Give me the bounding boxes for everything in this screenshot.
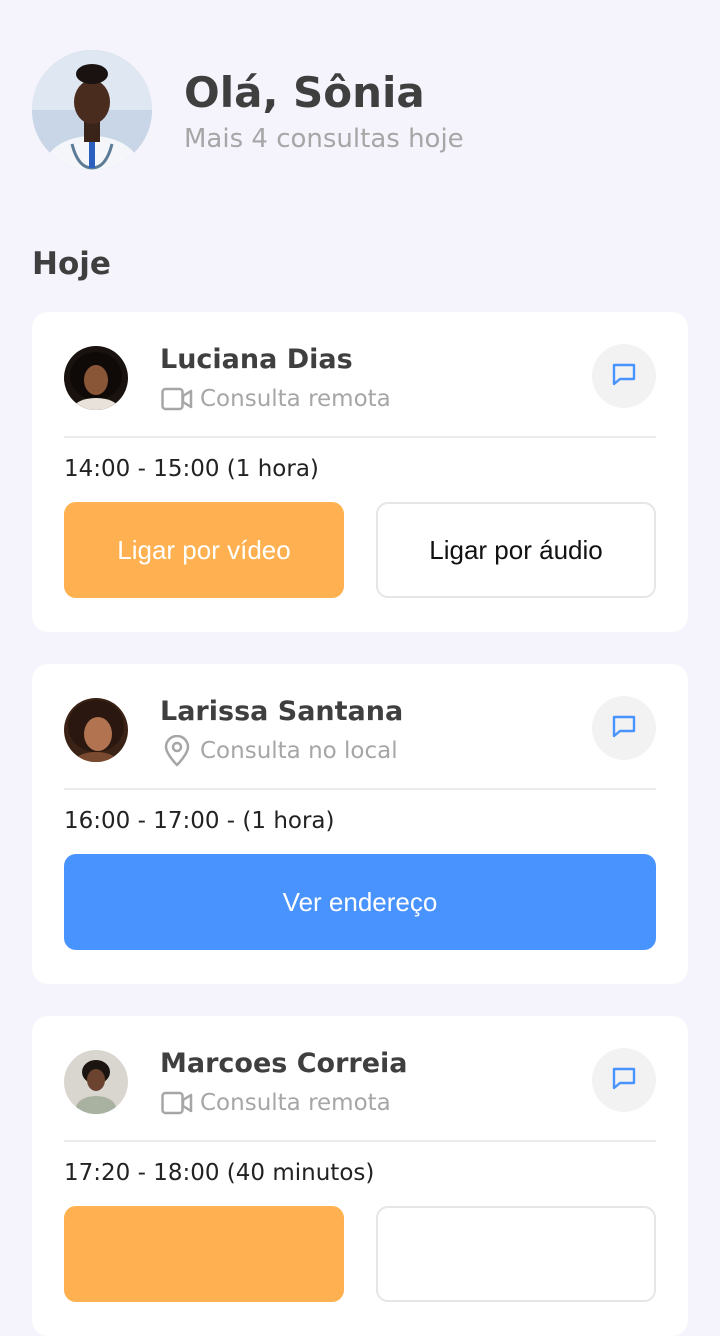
appointment-card: Larissa Santana Consulta no local 16:00 … — [32, 664, 688, 984]
video-icon — [160, 1088, 194, 1118]
chat-icon — [610, 1064, 638, 1096]
patient-name: Marcoes Correia — [160, 1048, 408, 1079]
location-pin-icon — [160, 735, 194, 767]
greeting-title: Olá, Sônia — [184, 68, 425, 117]
appointment-type: Consulta no local — [160, 734, 398, 768]
audio-call-button[interactable]: Ligar por áudio — [376, 502, 656, 598]
appointment-type-label: Consulta no local — [200, 738, 398, 764]
patient-avatar[interactable] — [64, 698, 128, 762]
chat-button[interactable] — [592, 1048, 656, 1112]
appointment-time: 14:00 - 15:00 (1 hora) — [64, 456, 319, 482]
video-call-button[interactable] — [64, 1206, 344, 1302]
chat-button[interactable] — [592, 696, 656, 760]
appointments-count-subtitle: Mais 4 consultas hoje — [184, 124, 464, 154]
appointment-time: 16:00 - 17:00 - (1 hora) — [64, 808, 335, 834]
divider — [64, 436, 656, 438]
appointment-time: 17:20 - 18:00 (40 minutos) — [64, 1160, 375, 1186]
patient-name: Larissa Santana — [160, 696, 404, 727]
patient-avatar[interactable] — [64, 1050, 128, 1114]
appointment-card: Luciana Dias Consulta remota 14:00 - 15:… — [32, 312, 688, 632]
video-icon — [160, 384, 194, 414]
video-call-button[interactable]: Ligar por vídeo — [64, 502, 344, 598]
appointment-type: Consulta remota — [160, 382, 391, 416]
patient-name: Luciana Dias — [160, 344, 353, 375]
chat-button[interactable] — [592, 344, 656, 408]
appointment-type-label: Consulta remota — [200, 1090, 391, 1116]
audio-call-button[interactable] — [376, 1206, 656, 1302]
appointment-card: Marcoes Correia Consulta remota 17:20 - … — [32, 1016, 688, 1336]
divider — [64, 1140, 656, 1142]
header: Olá, Sônia Mais 4 consultas hoje — [32, 50, 688, 170]
doctor-avatar[interactable] — [32, 50, 152, 170]
patient-avatar[interactable] — [64, 346, 128, 410]
divider — [64, 788, 656, 790]
chat-icon — [610, 712, 638, 744]
appointment-type: Consulta remota — [160, 1086, 391, 1120]
view-address-button[interactable]: Ver endereço — [64, 854, 656, 950]
section-title-today: Hoje — [32, 246, 111, 282]
appointment-type-label: Consulta remota — [200, 386, 391, 412]
chat-icon — [610, 360, 638, 392]
